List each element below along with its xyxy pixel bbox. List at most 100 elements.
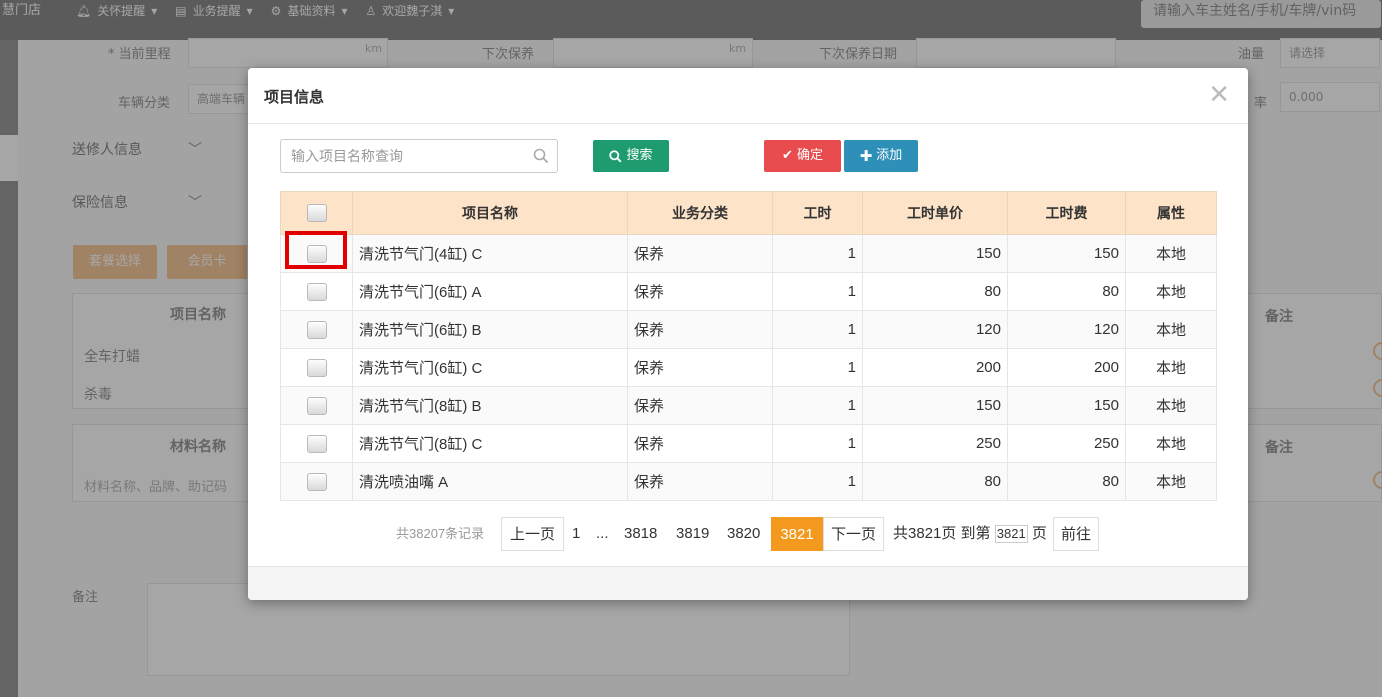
category-cell: 保养 [627, 424, 773, 463]
attribute-cell: 本地 [1125, 424, 1217, 463]
select-all-checkbox[interactable] [306, 204, 327, 222]
total-records: 共38207条记录 [396, 526, 485, 541]
unit-price-cell: 250 [862, 424, 1008, 463]
table-row[interactable]: 清洗节气门(8缸) C 保养 1 250 250 本地 [280, 424, 1217, 463]
col-labor-fee: 工时费 [1007, 191, 1126, 235]
current-page[interactable]: 3821 [771, 517, 823, 551]
project-table: 项目名称 业务分类 工时 工时单价 工时费 属性 清洗节气门(4缸) C 保养 … [280, 191, 1217, 501]
hours-cell: 1 [772, 462, 863, 501]
prev-page-button[interactable]: 上一页 [501, 517, 564, 551]
table-row[interactable]: 清洗节气门(6缸) B 保养 1 120 120 本地 [280, 310, 1217, 349]
category-cell: 保养 [627, 348, 773, 387]
table-row[interactable]: 清洗节气门(6缸) C 保养 1 200 200 本地 [280, 348, 1217, 387]
project-name-cell: 清洗节气门(6缸) C [352, 348, 628, 387]
dialog-footer [248, 566, 1248, 600]
labor-fee-cell: 80 [1007, 462, 1126, 501]
hours-cell: 1 [772, 234, 863, 273]
hours-cell: 1 [772, 424, 863, 463]
page-summary: 共3821页 到第 3821 页 [893, 517, 1047, 551]
project-search-input[interactable] [281, 140, 521, 172]
next-page-button[interactable]: 下一页 [823, 517, 884, 551]
plus-icon: ✚ [859, 147, 873, 165]
hours-cell: 1 [772, 386, 863, 425]
page-1-link[interactable]: 1 [572, 517, 580, 551]
category-cell: 保养 [627, 234, 773, 273]
page-3819-link[interactable]: 3819 [676, 517, 709, 551]
unit-price-cell: 200 [862, 348, 1008, 387]
unit-price-cell: 80 [862, 272, 1008, 311]
select-all-cell [280, 191, 353, 235]
row-checkbox[interactable] [306, 396, 327, 415]
row-select-cell [280, 310, 353, 349]
search-button-label: 搜索 [626, 148, 653, 163]
goto-page-input[interactable]: 3821 [994, 525, 1028, 544]
attribute-cell: 本地 [1125, 310, 1217, 349]
attribute-cell: 本地 [1125, 348, 1217, 387]
confirm-button-label: 确定 [796, 148, 823, 163]
search-icon [533, 148, 549, 164]
confirm-button[interactable]: ✔ 确定 [764, 140, 841, 172]
row-select-cell [280, 231, 353, 273]
unit-price-cell: 120 [862, 310, 1008, 349]
add-button[interactable]: ✚ 添加 [844, 140, 918, 172]
row-checkbox[interactable] [306, 320, 327, 339]
unit-price-cell: 150 [862, 234, 1008, 273]
labor-fee-cell: 200 [1007, 348, 1126, 387]
hours-cell: 1 [772, 272, 863, 311]
project-name-cell: 清洗节气门(6缸) B [352, 310, 628, 349]
category-cell: 保养 [627, 462, 773, 501]
dialog-header: 项目信息 ✕ [248, 68, 1248, 124]
page-ellipsis: ... [596, 525, 609, 542]
go-button[interactable]: 前往 [1053, 517, 1099, 551]
col-business-category: 业务分类 [627, 191, 773, 235]
row-select-cell [280, 462, 353, 501]
project-info-dialog: 项目信息 ✕ 搜索 ✔ 确定 ✚ 添加 项目名称 业务分类 [248, 68, 1248, 600]
table-row[interactable]: 清洗节气门(8缸) B 保养 1 150 150 本地 [280, 386, 1217, 425]
page-3820-link[interactable]: 3820 [727, 517, 760, 551]
col-hours: 工时 [772, 191, 863, 235]
row-select-cell [280, 348, 353, 387]
row-checkbox[interactable] [306, 244, 327, 263]
col-project-name: 项目名称 [352, 191, 628, 235]
attribute-cell: 本地 [1125, 272, 1217, 311]
labor-fee-cell: 150 [1007, 234, 1126, 273]
table-row[interactable]: 清洗节气门(4缸) C 保养 1 150 150 本地 [280, 231, 1217, 273]
unit-price-cell: 150 [862, 386, 1008, 425]
check-icon: ✔ [782, 148, 793, 163]
table-header-row: 项目名称 业务分类 工时 工时单价 工时费 属性 [280, 191, 1217, 235]
category-cell: 保养 [627, 386, 773, 425]
add-button-label: 添加 [876, 148, 903, 163]
table-row[interactable]: 清洗喷油嘴 A 保养 1 80 80 本地 [280, 462, 1217, 501]
project-name-cell: 清洗节气门(8缸) B [352, 386, 628, 425]
close-icon[interactable]: ✕ [1208, 82, 1230, 108]
pagination: 共38207条记录 上一页 1 ... 3818 3819 3820 3821 … [248, 517, 1248, 551]
search-icon [609, 149, 622, 162]
labor-fee-cell: 120 [1007, 310, 1126, 349]
col-unit-price: 工时单价 [862, 191, 1008, 235]
row-checkbox[interactable] [306, 434, 327, 453]
row-checkbox[interactable] [306, 358, 327, 377]
category-cell: 保养 [627, 272, 773, 311]
hours-cell: 1 [772, 348, 863, 387]
project-name-cell: 清洗节气门(4缸) C [352, 234, 628, 273]
project-search-box [280, 139, 558, 173]
labor-fee-cell: 250 [1007, 424, 1126, 463]
row-select-cell [280, 272, 353, 311]
attribute-cell: 本地 [1125, 462, 1217, 501]
project-name-cell: 清洗喷油嘴 A [352, 462, 628, 501]
row-checkbox[interactable] [306, 282, 327, 301]
attribute-cell: 本地 [1125, 234, 1217, 273]
dialog-title: 项目信息 [264, 88, 325, 106]
attribute-cell: 本地 [1125, 386, 1217, 425]
project-name-cell: 清洗节气门(8缸) C [352, 424, 628, 463]
row-select-cell [280, 386, 353, 425]
col-attribute: 属性 [1125, 191, 1217, 235]
row-select-cell [280, 424, 353, 463]
project-name-cell: 清洗节气门(6缸) A [352, 272, 628, 311]
row-checkbox[interactable] [306, 472, 327, 491]
labor-fee-cell: 80 [1007, 272, 1126, 311]
search-button[interactable]: 搜索 [593, 140, 669, 172]
table-row[interactable]: 清洗节气门(6缸) A 保养 1 80 80 本地 [280, 272, 1217, 311]
page-3818-link[interactable]: 3818 [624, 517, 657, 551]
category-cell: 保养 [627, 310, 773, 349]
